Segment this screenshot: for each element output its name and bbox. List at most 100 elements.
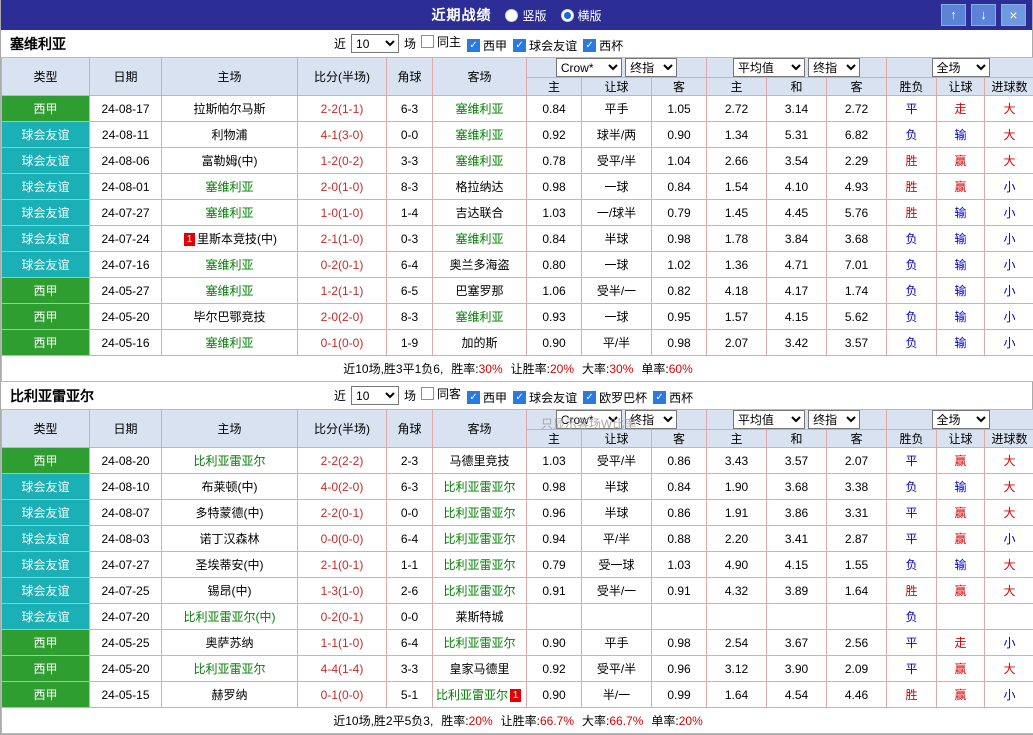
asian-handicap-cell: 平手 (582, 96, 652, 122)
away-team-cell: 塞维利亚 (433, 122, 527, 148)
layout-radio-horizontal[interactable]: 横版 (561, 7, 602, 24)
near-label: 近 (334, 387, 346, 404)
asian-final-select[interactable]: 终指 (625, 58, 677, 77)
col-type: 类型 (2, 58, 90, 96)
euro-away-odds-cell: 5.76 (827, 200, 887, 226)
filter-checkbox-西杯[interactable]: ✓西杯 (583, 37, 623, 54)
games-label: 场 (404, 35, 416, 52)
team-name-text: 塞维利亚 (205, 284, 253, 298)
corners-cell: 2-6 (387, 578, 433, 604)
layout-radio-vertical[interactable]: 竖版 (505, 7, 546, 24)
score-cell: 4-4(1-4) (298, 656, 387, 682)
home-team-cell: 毕尔巴鄂竞技 (162, 304, 298, 330)
col-corners: 角球 (387, 58, 433, 96)
league-filter-checkboxes: 同主✓西甲✓球会友谊✓西杯 (421, 33, 629, 54)
col-date: 日期 (90, 58, 162, 96)
result-cell: 负 (887, 330, 937, 356)
scope-select[interactable]: 全场 (932, 58, 990, 77)
average-select[interactable]: 平均值 (733, 410, 805, 429)
league-cell: 球会友谊 (2, 526, 90, 552)
col-euro-away: 客 (827, 78, 887, 96)
scope-controls: 全场 (887, 58, 1033, 78)
team-name-text: 诺丁汉森林 (199, 532, 259, 546)
filter-checkbox-球会友谊[interactable]: ✓球会友谊 (513, 389, 577, 406)
asian-handicap-cell: 受半/一 (582, 278, 652, 304)
score-cell: 4-0(2-0) (298, 474, 387, 500)
euro-away-odds-cell: 3.68 (827, 226, 887, 252)
col-score: 比分(半场) (298, 58, 387, 96)
goals-result-cell: 小 (985, 630, 1033, 656)
result-cell: 平 (887, 526, 937, 552)
team-name-text: 皇家马德里 (449, 662, 509, 676)
filter-checkbox-西杯[interactable]: ✓西杯 (653, 389, 693, 406)
league-cell: 球会友谊 (2, 500, 90, 526)
bookmaker-select[interactable]: Crow* (556, 410, 622, 429)
checkbox-unchecked-icon[interactable] (421, 387, 434, 400)
radio-icon-selected[interactable] (561, 9, 574, 22)
euro-home-odds-cell: 1.45 (707, 200, 767, 226)
up-arrow-icon: ↑ (950, 7, 957, 22)
result-cell: 胜 (887, 174, 937, 200)
goals-result-cell: 小 (985, 526, 1033, 552)
games-count-select[interactable]: 10 (351, 34, 399, 53)
match-row: 球会友谊24-07-20比利亚雷亚尔(中)0-2(0-1)0-0莱斯特城负 (2, 604, 1033, 630)
date-cell: 24-08-11 (90, 122, 162, 148)
asian-away-odds-cell: 0.79 (652, 200, 707, 226)
euro-away-odds-cell: 4.93 (827, 174, 887, 200)
checkbox-checked-icon[interactable]: ✓ (467, 391, 480, 404)
euro-away-odds-cell: 2.29 (827, 148, 887, 174)
average-select[interactable]: 平均值 (733, 58, 805, 77)
team-name: 比利亚雷亚尔 (10, 386, 94, 406)
col-euro-draw: 和 (767, 430, 827, 448)
col-result: 胜负 (887, 430, 937, 448)
away-team-cell: 皇家马德里 (433, 656, 527, 682)
asian-away-odds-cell: 0.84 (652, 174, 707, 200)
euro-draw-odds-cell: 3.84 (767, 226, 827, 252)
filter-checkbox-球会友谊[interactable]: ✓球会友谊 (513, 37, 577, 54)
checkbox-checked-icon[interactable]: ✓ (583, 391, 596, 404)
home-team-cell: 利物浦 (162, 122, 298, 148)
goals-result-cell: 小 (985, 330, 1033, 356)
radio-icon[interactable] (505, 9, 518, 22)
scope-select[interactable]: 全场 (932, 410, 990, 429)
date-cell: 24-08-03 (90, 526, 162, 552)
scroll-down-button[interactable]: ↓ (971, 4, 996, 26)
filter-checkbox-同主[interactable]: 同主 (421, 33, 461, 50)
asian-home-odds-cell: 0.98 (527, 174, 582, 200)
checkbox-checked-icon[interactable]: ✓ (653, 391, 666, 404)
checkbox-label: 球会友谊 (529, 37, 577, 54)
col-euro-away: 客 (827, 430, 887, 448)
close-button[interactable]: × (1001, 4, 1026, 26)
asian-handicap-cell: 球半/两 (582, 122, 652, 148)
euro-final-select[interactable]: 终指 (808, 58, 860, 77)
euro-home-odds-cell: 4.18 (707, 278, 767, 304)
home-team-cell: 塞维利亚 (162, 252, 298, 278)
result-cell: 胜 (887, 578, 937, 604)
checkbox-checked-icon[interactable]: ✓ (467, 39, 480, 52)
filter-checkbox-欧罗巴杯[interactable]: ✓欧罗巴杯 (583, 389, 647, 406)
asian-final-select[interactable]: 终指 (625, 410, 677, 429)
checkbox-unchecked-icon[interactable] (421, 35, 434, 48)
titlebar: 近期战绩 竖版 横版 ↑ ↓ × (1, 0, 1032, 30)
team-name-text: 塞维利亚 (455, 128, 503, 142)
checkbox-checked-icon[interactable]: ✓ (513, 39, 526, 52)
checkbox-checked-icon[interactable]: ✓ (583, 39, 596, 52)
date-cell: 24-05-27 (90, 278, 162, 304)
corners-cell: 6-5 (387, 278, 433, 304)
euro-final-select[interactable]: 终指 (808, 410, 860, 429)
team-name-text: 利物浦 (211, 128, 247, 142)
filter-checkbox-同客[interactable]: 同客 (421, 385, 461, 402)
checkbox-checked-icon[interactable]: ✓ (513, 391, 526, 404)
date-cell: 24-07-16 (90, 252, 162, 278)
filter-checkbox-西甲[interactable]: ✓西甲 (467, 37, 507, 54)
filter-checkbox-西甲[interactable]: ✓西甲 (467, 389, 507, 406)
asian-handicap-cell: 一球 (582, 304, 652, 330)
euro-draw-odds-cell: 5.31 (767, 122, 827, 148)
scroll-up-button[interactable]: ↑ (941, 4, 966, 26)
bookmaker-select[interactable]: Crow* (556, 58, 622, 77)
asian-away-odds-cell: 0.98 (652, 630, 707, 656)
euro-draw-odds-cell: 3.54 (767, 148, 827, 174)
team-name-text: 比利亚雷亚尔(中) (184, 610, 276, 624)
euro-away-odds-cell: 1.74 (827, 278, 887, 304)
games-count-select[interactable]: 10 (351, 386, 399, 405)
